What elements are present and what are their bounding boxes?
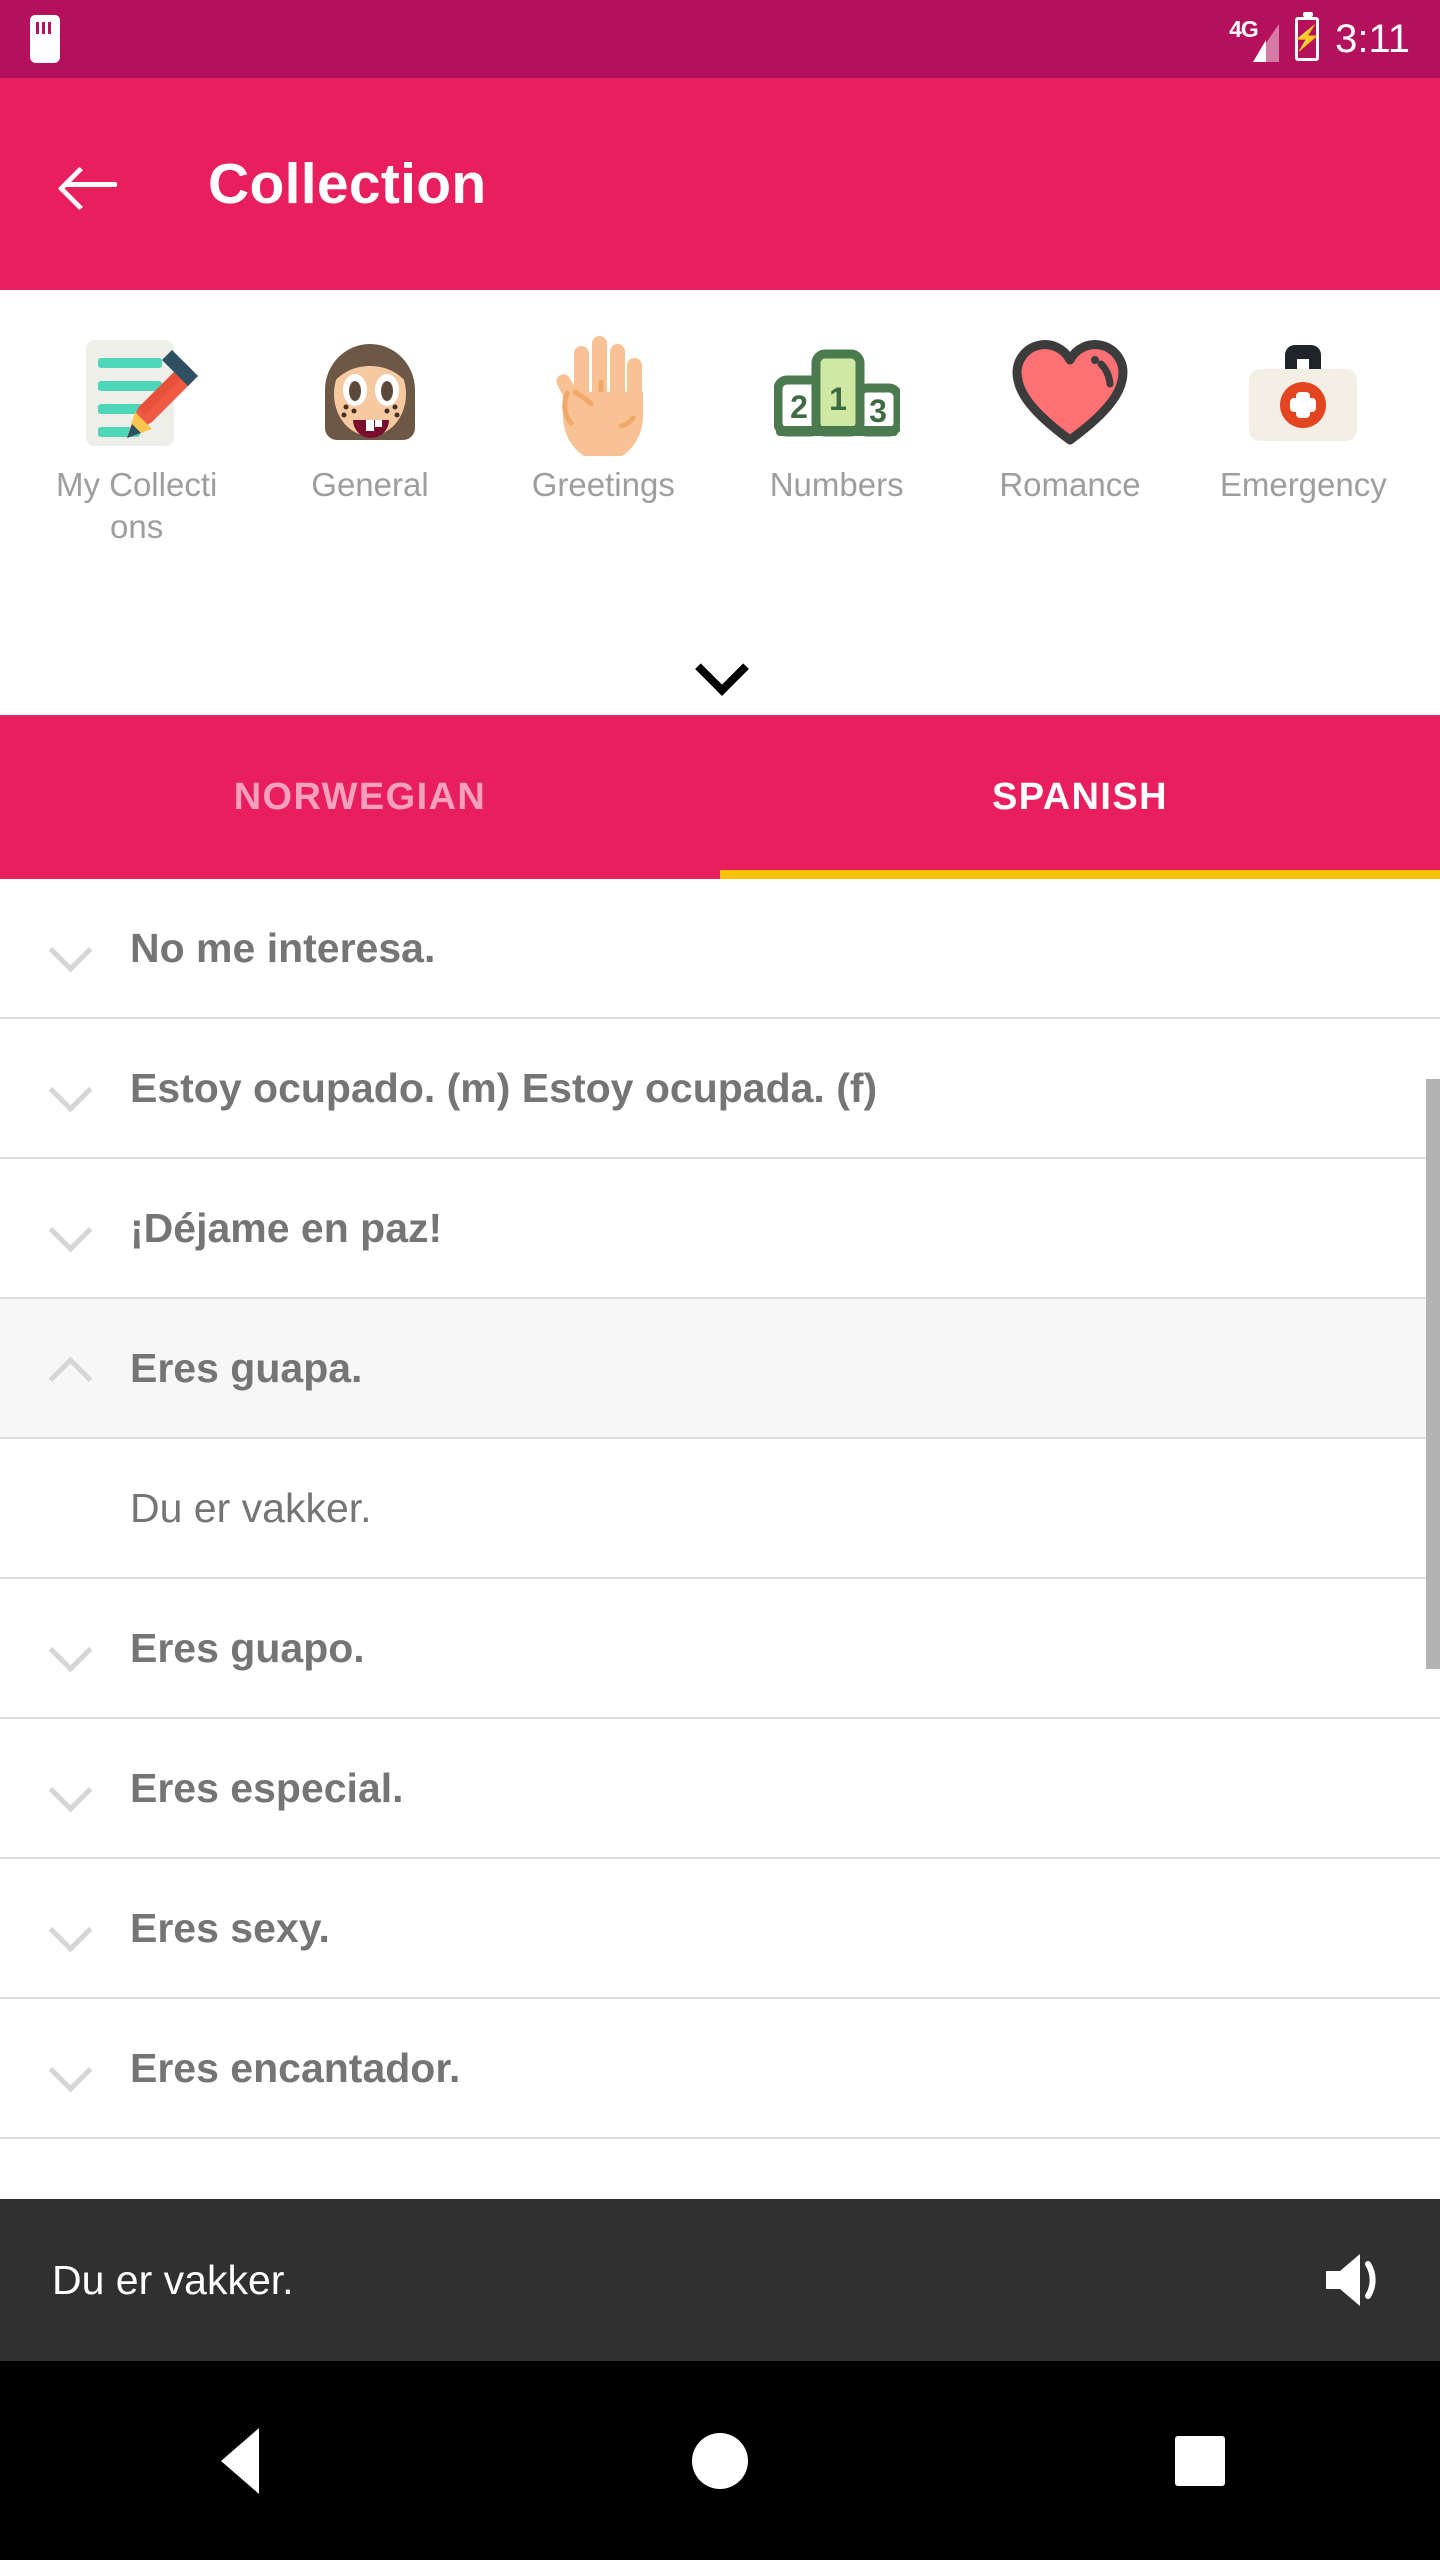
list-item-expanded[interactable]: Eres guapa. <box>0 1299 1440 1439</box>
category-label: Numbers <box>769 466 904 503</box>
list-item[interactable]: Eres guapo. <box>0 1579 1440 1719</box>
status-bar-left <box>30 15 60 63</box>
phrase-text: Eres especial. <box>130 1764 404 1811</box>
nav-recents-button[interactable] <box>1110 2406 1290 2516</box>
phrase-text: Estoy ocupado. (m) Estoy ocupada. (f) <box>130 1064 878 1111</box>
app-bar: Collection <box>0 78 1440 290</box>
tab-norwegian[interactable]: NORWEGIAN <box>0 715 720 879</box>
translation-row[interactable]: Du er vakker. <box>0 1439 1440 1579</box>
playback-text: Du er vakker. <box>52 2256 294 2303</box>
phrase-list: No me interesa. Estoy ocupado. (m) Estoy… <box>0 879 1440 2199</box>
language-tabs: NORWEGIAN SPANISH <box>0 715 1440 879</box>
phrase-text: Eres guapo. <box>130 1624 365 1671</box>
page-title: Collection <box>208 152 487 216</box>
category-item-general[interactable]: General <box>253 328 486 548</box>
category-item-my-collections[interactable]: My Collections <box>20 328 253 548</box>
list-item[interactable]: Eres especial. <box>0 1719 1440 1859</box>
chevron-down-icon <box>44 2041 98 2095</box>
memo-pencil-icon <box>57 328 217 458</box>
chevron-down-icon <box>44 1061 98 1115</box>
category-label: General <box>311 466 429 503</box>
category-label: Romance <box>999 466 1141 503</box>
svg-text:3: 3 <box>869 393 887 429</box>
list-item[interactable]: Estoy ocupado. (m) Estoy ocupada. (f) <box>0 1019 1440 1159</box>
chevron-up-icon <box>44 1341 98 1395</box>
chevron-down-icon <box>698 648 742 692</box>
playback-bar: Du er vakker. <box>0 2199 1440 2361</box>
category-item-greetings[interactable]: Greetings <box>487 328 720 548</box>
chevron-down-icon <box>44 921 98 975</box>
podium-123-icon: 2 1 3 <box>757 328 917 458</box>
phone-screen: 4G ⚡ 3:11 Collection My Collections Gene… <box>0 0 1440 2560</box>
category-item-romance[interactable]: Romance <box>953 328 1186 548</box>
category-row: My Collections General Greetings 2 1 3 N… <box>0 290 1440 548</box>
nav-home-button[interactable] <box>630 2406 810 2516</box>
tab-label: NORWEGIAN <box>233 775 487 818</box>
sd-card-icon <box>30 15 60 63</box>
phrase-text: ¡Déjame en paz! <box>130 1204 443 1251</box>
status-bar-clock: 3:11 <box>1335 16 1410 61</box>
girl-face-icon <box>290 328 450 458</box>
phrase-text: Eres encantador. <box>130 2044 461 2091</box>
chevron-down-icon <box>44 1761 98 1815</box>
nav-back-button[interactable] <box>150 2406 330 2516</box>
nav-home-circle-icon <box>692 2432 748 2489</box>
list-scrollbar[interactable] <box>1426 1079 1440 1669</box>
status-bar: 4G ⚡ 3:11 <box>0 0 1440 78</box>
list-item[interactable]: Eres encantador. <box>0 1999 1440 2139</box>
svg-text:1: 1 <box>829 381 847 417</box>
battery-charging-icon: ⚡ <box>1292 12 1322 61</box>
category-item-emergency[interactable]: Emergency <box>1187 328 1420 548</box>
chevron-down-icon <box>44 1201 98 1255</box>
category-label: Greetings <box>531 466 675 503</box>
status-bar-right: 4G ⚡ 3:11 <box>1229 12 1410 62</box>
phrase-text: Eres sexy. <box>130 1904 330 1951</box>
nav-back-triangle-icon <box>221 2427 259 2494</box>
android-nav-bar <box>0 2361 1440 2560</box>
expand-categories-button[interactable] <box>0 635 1440 705</box>
raised-hand-icon <box>523 328 683 458</box>
phrase-text: No me interesa. <box>130 924 436 971</box>
list-item[interactable]: ¡Déjame en paz! <box>0 1159 1440 1299</box>
chevron-down-icon <box>44 1621 98 1675</box>
category-strip: My Collections General Greetings 2 1 3 N… <box>0 290 1440 715</box>
category-label: Emergency <box>1219 466 1387 503</box>
svg-text:2: 2 <box>790 389 808 425</box>
category-label: My Collections <box>55 466 218 545</box>
heart-icon <box>990 328 1150 458</box>
list-item[interactable]: No me interesa. <box>0 879 1440 1019</box>
list-item[interactable]: Eres sexy. <box>0 1859 1440 1999</box>
tab-label: SPANISH <box>992 775 1168 818</box>
tab-spanish[interactable]: SPANISH <box>720 715 1440 879</box>
back-arrow-icon <box>65 164 117 204</box>
speaker-volume-icon[interactable] <box>1316 2244 1388 2316</box>
chevron-down-icon <box>44 1901 98 1955</box>
translation-text: Du er vakker. <box>130 1484 372 1531</box>
first-aid-kit-icon <box>1223 328 1383 458</box>
signal-bars-icon: 4G <box>1229 16 1280 62</box>
nav-recents-square-icon <box>1175 2435 1225 2486</box>
category-item-numbers[interactable]: 2 1 3 Numbers <box>720 328 953 548</box>
back-button[interactable] <box>48 141 134 227</box>
phrase-text: Eres guapa. <box>130 1344 363 1391</box>
